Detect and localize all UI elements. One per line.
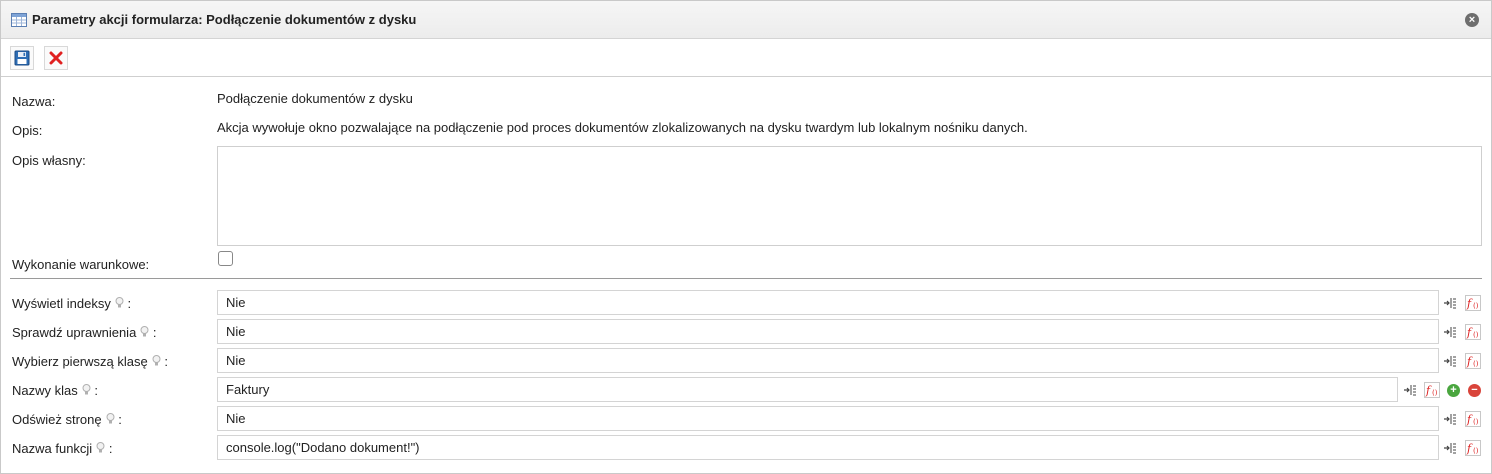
lightbulb-icon[interactable] xyxy=(96,442,105,454)
close-icon[interactable]: × xyxy=(1465,13,1479,27)
lightbulb-icon[interactable] xyxy=(115,297,124,309)
conditional-execution-label: Wykonanie warunkowe: xyxy=(12,257,150,272)
param-field-choose-first-class[interactable]: Nie xyxy=(217,348,1439,373)
param-field-refresh-page[interactable]: Nie xyxy=(217,406,1439,431)
separator xyxy=(10,278,1482,279)
description-value: Akcja wywołuje okno pozwalające na podłą… xyxy=(217,120,1028,135)
lightbulb-icon[interactable] xyxy=(140,326,149,338)
own-description-textarea[interactable] xyxy=(217,146,1482,246)
function-editor-icon[interactable]: f() xyxy=(1465,411,1481,427)
toolbar xyxy=(1,40,1491,77)
name-label: Nazwa: xyxy=(12,94,56,109)
param-label-function-name: Nazwa funkcji : xyxy=(12,441,113,456)
red-x-icon xyxy=(49,51,63,65)
save-button[interactable] xyxy=(10,46,34,70)
param-label-refresh-page: Odśwież stronę : xyxy=(12,412,122,427)
svg-text:(): () xyxy=(1473,302,1479,310)
svg-text:(): () xyxy=(1473,418,1479,426)
insert-variable-icon[interactable] xyxy=(1443,412,1457,426)
lightbulb-icon[interactable] xyxy=(106,413,115,425)
insert-variable-icon[interactable] xyxy=(1443,296,1457,310)
param-field-class-names[interactable]: Faktury xyxy=(217,377,1398,402)
insert-variable-icon[interactable] xyxy=(1443,325,1457,339)
param-label-choose-first-class: Wybierz pierwszą klasę : xyxy=(12,354,168,369)
table-icon xyxy=(11,13,27,27)
floppy-disk-icon xyxy=(14,50,30,66)
svg-text:(): () xyxy=(1473,331,1479,339)
param-field-function-name[interactable]: console.log("Dodano dokument!") xyxy=(217,435,1439,460)
function-editor-icon[interactable]: f() xyxy=(1465,440,1481,456)
function-editor-icon[interactable]: f() xyxy=(1424,382,1440,398)
function-editor-icon[interactable]: f() xyxy=(1465,353,1481,369)
svg-text:(): () xyxy=(1473,360,1479,368)
param-label-check-permissions: Sprawdź uprawnienia : xyxy=(12,325,157,340)
param-label-class-names: Nazwy klas : xyxy=(12,383,98,398)
add-value-icon[interactable]: + xyxy=(1447,384,1460,397)
action-params-dialog: Parametry akcji formularza: Podłączenie … xyxy=(0,0,1492,474)
function-editor-icon[interactable]: f() xyxy=(1465,324,1481,340)
dialog-title: Parametry akcji formularza: Podłączenie … xyxy=(32,12,417,27)
cancel-button[interactable] xyxy=(44,46,68,70)
insert-variable-icon[interactable] xyxy=(1443,441,1457,455)
svg-text:(): () xyxy=(1432,389,1438,397)
svg-text:(): () xyxy=(1473,447,1479,455)
remove-value-icon[interactable]: − xyxy=(1468,384,1481,397)
param-field-show-indexes[interactable]: Nie xyxy=(217,290,1439,315)
insert-variable-icon[interactable] xyxy=(1403,383,1417,397)
name-value: Podłączenie dokumentów z dysku xyxy=(217,91,413,106)
description-label: Opis: xyxy=(12,123,43,138)
lightbulb-icon[interactable] xyxy=(152,355,161,367)
conditional-execution-checkbox[interactable] xyxy=(218,251,233,266)
lightbulb-icon[interactable] xyxy=(82,384,91,396)
param-label-show-indexes: Wyświetl indeksy : xyxy=(12,296,132,311)
param-field-check-permissions[interactable]: Nie xyxy=(217,319,1439,344)
dialog-titlebar: Parametry akcji formularza: Podłączenie … xyxy=(1,1,1491,39)
own-description-label: Opis własny: xyxy=(12,153,86,168)
function-editor-icon[interactable]: f() xyxy=(1465,295,1481,311)
insert-variable-icon[interactable] xyxy=(1443,354,1457,368)
